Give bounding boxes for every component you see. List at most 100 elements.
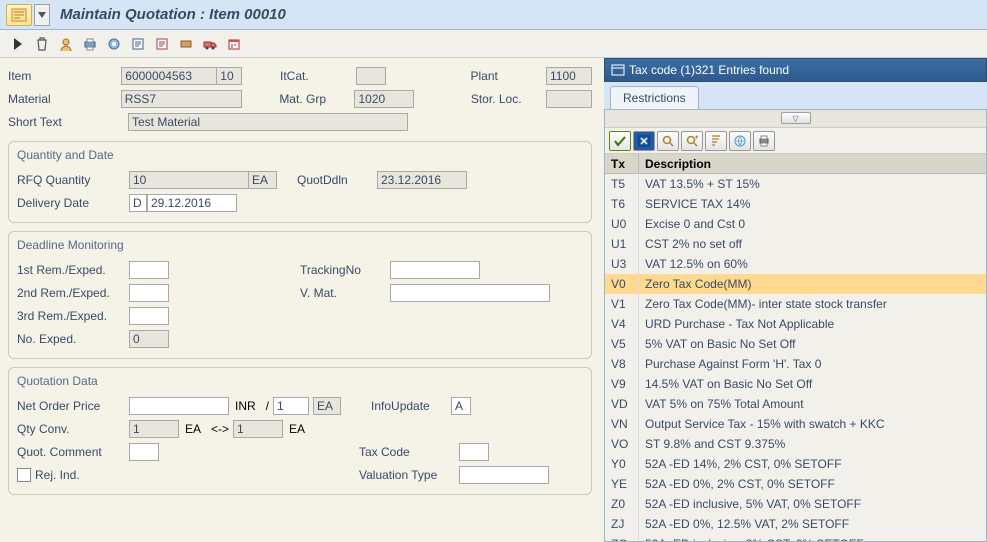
- list-item[interactable]: VDVAT 5% on 75% Total Amount: [605, 394, 986, 414]
- print-icon[interactable]: [80, 34, 100, 54]
- list-item[interactable]: V55% VAT on Basic No Set Off: [605, 334, 986, 354]
- subitem-field[interactable]: [217, 67, 242, 85]
- rfq-field[interactable]: [129, 171, 249, 189]
- priceuom-field[interactable]: [313, 397, 341, 415]
- accept-button[interactable]: [609, 131, 631, 151]
- list-item[interactable]: Y052A -ED 14%, 2% CST, 0% SETOFF: [605, 454, 986, 474]
- quotddln-field[interactable]: [377, 171, 467, 189]
- valtype-field[interactable]: [459, 466, 549, 484]
- currency-label: INR: [229, 399, 262, 413]
- rfq-uom-field[interactable]: [249, 171, 277, 189]
- user-icon[interactable]: [56, 34, 76, 54]
- item-field[interactable]: [121, 67, 217, 85]
- dialog-list[interactable]: T5VAT 13.5% + ST 15%T6SERVICE TAX 14%U0E…: [605, 174, 986, 541]
- list-item[interactable]: VOST 9.8% and CST 9.375%: [605, 434, 986, 454]
- list-item[interactable]: T5VAT 13.5% + ST 15%: [605, 174, 986, 194]
- list-item-code: T6: [605, 194, 639, 214]
- list-item-desc: VAT 12.5% on 60%: [639, 254, 986, 274]
- dialog-title-1: Tax code (1): [629, 63, 695, 77]
- netorderprice-field[interactable]: [129, 397, 229, 415]
- infoupdate-field[interactable]: [451, 397, 471, 415]
- quotcomment-field[interactable]: [129, 443, 159, 461]
- conditions-icon[interactable]: [176, 34, 196, 54]
- rejind-checkbox[interactable]: [17, 468, 31, 482]
- list-item[interactable]: U0Excise 0 and Cst 0: [605, 214, 986, 234]
- col-tx-header[interactable]: Tx: [605, 154, 639, 173]
- app-menu-dropdown[interactable]: [34, 4, 50, 26]
- storloc-field[interactable]: [546, 90, 592, 108]
- overview-icon[interactable]: [104, 34, 124, 54]
- list-item-desc: Excise 0 and Cst 0: [639, 214, 986, 234]
- page-title: Maintain Quotation : Item 00010: [60, 6, 286, 23]
- rem2-field[interactable]: [129, 284, 169, 302]
- plant-field[interactable]: [546, 67, 592, 85]
- quotddln-label: QuotDdln: [297, 173, 377, 187]
- matgrp-field[interactable]: [354, 90, 414, 108]
- execute-button[interactable]: [8, 34, 28, 54]
- list-item[interactable]: V914.5% VAT on Basic No Set Off: [605, 374, 986, 394]
- find-button[interactable]: [657, 131, 679, 151]
- print-list-button[interactable]: [753, 131, 775, 151]
- list-item-code: U3: [605, 254, 639, 274]
- itcat-field[interactable]: [356, 67, 386, 85]
- texts-icon[interactable]: [152, 34, 172, 54]
- sort-button[interactable]: [705, 131, 727, 151]
- delivery-icon[interactable]: [200, 34, 220, 54]
- col-desc-header[interactable]: Description: [639, 154, 986, 173]
- delivtype-field[interactable]: [129, 194, 147, 212]
- list-item[interactable]: V4URD Purchase - Tax Not Applicable: [605, 314, 986, 334]
- priceunit-field[interactable]: [273, 397, 309, 415]
- list-item[interactable]: YE52A -ED 0%, 2% CST, 0% SETOFF: [605, 474, 986, 494]
- list-item[interactable]: T6SERVICE TAX 14%: [605, 194, 986, 214]
- list-item-code: VD: [605, 394, 639, 414]
- netorderprice-label: Net Order Price: [17, 399, 129, 413]
- find-next-button[interactable]: [681, 131, 703, 151]
- delivdate-field[interactable]: [147, 194, 237, 212]
- dialog-expander[interactable]: ▽: [605, 110, 986, 128]
- taxcode-field[interactable]: [459, 443, 489, 461]
- details-icon[interactable]: [128, 34, 148, 54]
- list-item[interactable]: U1CST 2% no set off: [605, 234, 986, 254]
- dialog-title-icon: [611, 64, 625, 76]
- shorttext-field[interactable]: [128, 113, 408, 131]
- list-item[interactable]: VNOutput Service Tax - 15% with swatch +…: [605, 414, 986, 434]
- noexped-field[interactable]: [129, 330, 169, 348]
- vmat-field[interactable]: [390, 284, 550, 302]
- qtyconv1-uom: EA: [179, 422, 207, 436]
- list-item-desc: Purchase Against Form 'H'. Tax 0: [639, 354, 986, 374]
- schedule-icon[interactable]: [224, 34, 244, 54]
- list-item-code: VN: [605, 414, 639, 434]
- rem1-field[interactable]: [129, 261, 169, 279]
- delete-button[interactable]: [32, 34, 52, 54]
- tab-restrictions[interactable]: Restrictions: [610, 86, 699, 109]
- list-item[interactable]: Z052A -ED inclusive, 5% VAT, 0% SETOFF: [605, 494, 986, 514]
- list-item[interactable]: V8Purchase Against Form 'H'. Tax 0: [605, 354, 986, 374]
- list-item[interactable]: ZQ52A -ED inclusive, 2% CST, 0% SETOFF: [605, 534, 986, 541]
- rem2-label: 2nd Rem./Exped.: [17, 286, 129, 300]
- list-item-desc: CST 2% no set off: [639, 234, 986, 254]
- list-item[interactable]: U3VAT 12.5% on 60%: [605, 254, 986, 274]
- new-search-button[interactable]: [633, 131, 655, 151]
- qtyconv1-field[interactable]: [129, 420, 179, 438]
- valtype-label: Valuation Type: [359, 468, 459, 482]
- list-item-code: VO: [605, 434, 639, 454]
- list-item-code: V1: [605, 294, 639, 314]
- list-item[interactable]: V0Zero Tax Code(MM): [605, 274, 986, 294]
- noexped-label: No. Exped.: [17, 332, 129, 346]
- material-field[interactable]: [121, 90, 242, 108]
- list-item[interactable]: V1Zero Tax Code(MM)- inter state stock t…: [605, 294, 986, 314]
- app-icon[interactable]: [6, 4, 32, 26]
- list-item-code: V4: [605, 314, 639, 334]
- rem3-field[interactable]: [129, 307, 169, 325]
- list-item-desc: 52A -ED inclusive, 2% CST, 0% SETOFF: [639, 534, 986, 541]
- list-item[interactable]: ZJ52A -ED 0%, 12.5% VAT, 2% SETOFF: [605, 514, 986, 534]
- tracking-field[interactable]: [390, 261, 480, 279]
- tax-code-dialog: Tax code (1) 321 Entries found Restricti…: [604, 58, 987, 542]
- taxcode-label: Tax Code: [359, 445, 459, 459]
- list-item-desc: 5% VAT on Basic No Set Off: [639, 334, 986, 354]
- qtyconv2-field[interactable]: [233, 420, 283, 438]
- dialog-title-bar[interactable]: Tax code (1) 321 Entries found: [604, 58, 987, 82]
- personal-values-button[interactable]: [729, 131, 751, 151]
- quotation-data-title: Quotation Data: [17, 372, 583, 390]
- dialog-body: ▽ Tx Description T5VAT 13.5% + ST 15%T6S…: [604, 110, 987, 542]
